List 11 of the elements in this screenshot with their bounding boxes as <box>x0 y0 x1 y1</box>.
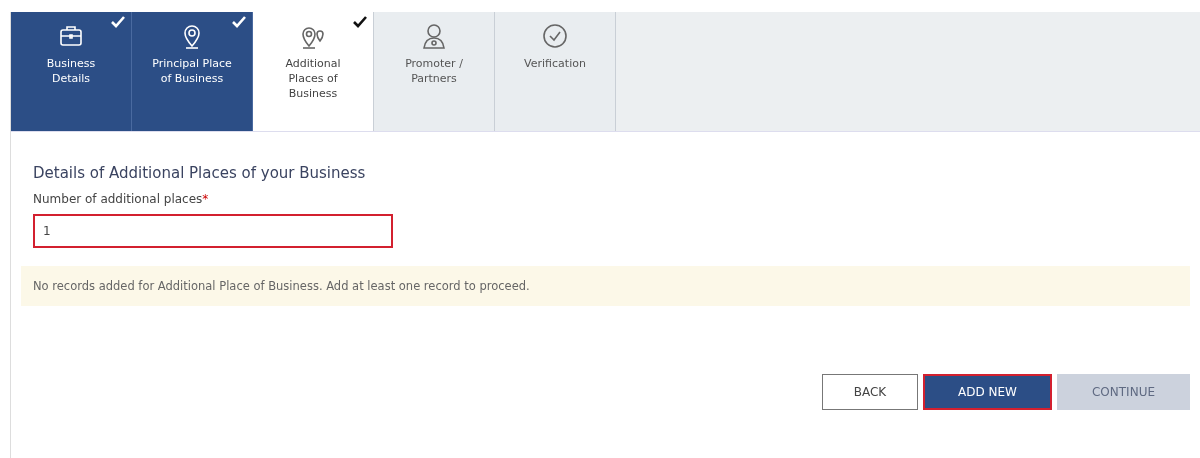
step-tab[interactable]: Additional Places of Business <box>253 12 374 131</box>
field-label: Number of additional places* <box>33 192 210 206</box>
person-icon <box>420 22 448 50</box>
notice-banner: No records added for Additional Place of Business. Add at least one record to proceed. <box>21 266 1190 306</box>
section-heading: Details of Additional Places of your Business <box>33 164 367 182</box>
step-tab[interactable]: Business Details <box>11 12 132 131</box>
check-circle-icon <box>541 22 569 50</box>
input-field[interactable]: 1 <box>33 214 393 248</box>
back-button[interactable]: BACK <box>822 374 918 410</box>
step-tab[interactable]: Principal Place of Business <box>132 12 253 131</box>
add-new-button[interactable]: ADD NEW <box>923 374 1052 410</box>
